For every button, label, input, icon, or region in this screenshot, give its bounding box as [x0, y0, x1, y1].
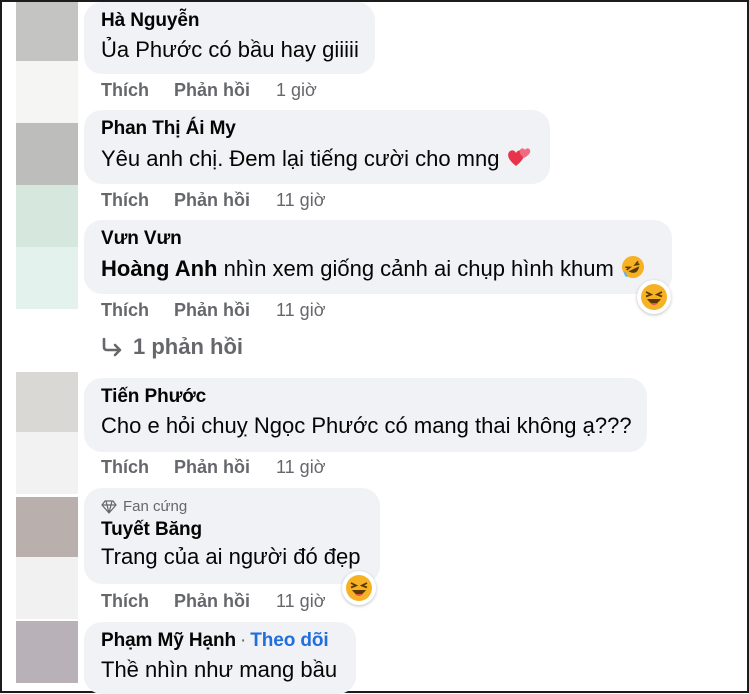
haha-reaction[interactable] [342, 571, 376, 605]
avatar[interactable] [16, 123, 78, 185]
reply-arrow-icon [102, 337, 122, 357]
comment-author[interactable]: Tiến Phước [101, 386, 635, 408]
comment-text: Thề nhìn như mang bầu [101, 657, 338, 682]
comment-time[interactable]: 11 giờ [276, 591, 326, 612]
like-button[interactable]: Thích [101, 80, 149, 101]
comment-text: Trang của ai người đó đẹp [101, 544, 361, 569]
comment-text: Hoàng Anh nhìn xem giống cảnh ai chụp hì… [101, 254, 660, 283]
comment-author[interactable]: Phạm Mỹ Hạnh [101, 630, 236, 651]
reply-button[interactable]: Phản hồi [174, 457, 250, 478]
separator-dot: · [240, 630, 247, 651]
comment-bubble: Vưn Vưn Hoàng Anh nhìn xem giống cảnh ai… [84, 220, 672, 294]
view-replies-link[interactable]: 1 phản hồi [101, 334, 243, 360]
comment-author[interactable]: Tuyết Băng [101, 519, 368, 541]
rolling-laughing-emoji [621, 256, 644, 278]
two-hearts-emoji [507, 148, 530, 166]
reply-button[interactable]: Phản hồi [174, 300, 250, 321]
haha-reaction-icon [641, 284, 667, 310]
comment-author[interactable]: Phan Thị Ái My [101, 118, 538, 140]
like-button[interactable]: Thích [101, 457, 149, 478]
avatar[interactable] [16, 2, 78, 61]
comment-time[interactable]: 11 giờ [276, 457, 326, 478]
comment-time[interactable]: 11 giờ [276, 190, 326, 211]
comment-actions: Thích Phản hồi 11 giờ [101, 300, 326, 324]
comment-bubble: Phan Thị Ái My Yêu anh chị. Đem lại tiến… [84, 110, 550, 184]
comment-author[interactable]: Hà Nguyễn [101, 10, 363, 32]
reply-button[interactable]: Phản hồi [174, 190, 250, 211]
fan-badge-label: Fan cứng [123, 498, 188, 515]
avatar-gap [16, 557, 78, 619]
comment-actions: Thích Phản hồi 11 giờ [101, 457, 326, 481]
avatar[interactable] [16, 372, 78, 432]
haha-reaction-icon [346, 575, 372, 601]
like-button[interactable]: Thích [101, 300, 149, 321]
comment-actions: Thích Phản hồi 11 giờ [101, 190, 326, 214]
fan-badge[interactable]: Fan cứng [101, 498, 368, 515]
comment-bubble: Tiến Phước Cho e hỏi chuỵ Ngọc Phước có … [84, 378, 647, 452]
avatar-gap [16, 61, 78, 123]
comment-time[interactable]: 1 giờ [276, 80, 317, 101]
comment-text: Cho e hỏi chuỵ Ngọc Phước có mang thai k… [101, 413, 632, 438]
avatar[interactable] [16, 185, 78, 247]
comment-bubble: Fan cứng Tuyết Băng Trang của ai người đ… [84, 488, 380, 584]
reply-button[interactable]: Phản hồi [174, 591, 250, 612]
avatar[interactable] [16, 497, 78, 557]
comment-author[interactable]: Vưn Vưn [101, 228, 660, 250]
comment-actions: Thích Phản hồi 1 giờ [101, 80, 317, 104]
comment-bubble: Phạm Mỹ Hạnh · Theo dõi Thề nhìn như mang … [84, 622, 356, 694]
comment-text: Yêu anh chị. Đem lại tiếng cười cho mng [101, 144, 538, 173]
like-button[interactable]: Thích [101, 190, 149, 211]
follow-button[interactable]: Theo dõi [250, 630, 328, 651]
comment-actions: Thích Phản hồi 11 giờ [101, 591, 326, 615]
haha-reaction[interactable] [637, 280, 671, 314]
avatar-gap [16, 247, 78, 309]
replies-count[interactable]: 1 phản hồi [133, 334, 243, 360]
reply-button[interactable]: Phản hồi [174, 80, 250, 101]
comment-text-content: Yêu anh chị. Đem lại tiếng cười cho mng [101, 146, 500, 171]
comment-text-content: nhìn xem giống cảnh ai chụp hình khum [223, 256, 614, 281]
like-button[interactable]: Thích [101, 591, 149, 612]
avatar[interactable] [16, 621, 78, 683]
comment-bubble: Hà Nguyễn Ủa Phước có bầu hay giiiii [84, 2, 375, 74]
comment-text: Ủa Phước có bầu hay giiiii [101, 37, 359, 62]
avatar-gap [16, 432, 78, 494]
mention-link[interactable]: Hoàng Anh [101, 256, 218, 281]
comment-time[interactable]: 11 giờ [276, 300, 326, 321]
diamond-icon [101, 499, 117, 514]
comment-author-line: Phạm Mỹ Hạnh · Theo dõi [101, 630, 344, 652]
